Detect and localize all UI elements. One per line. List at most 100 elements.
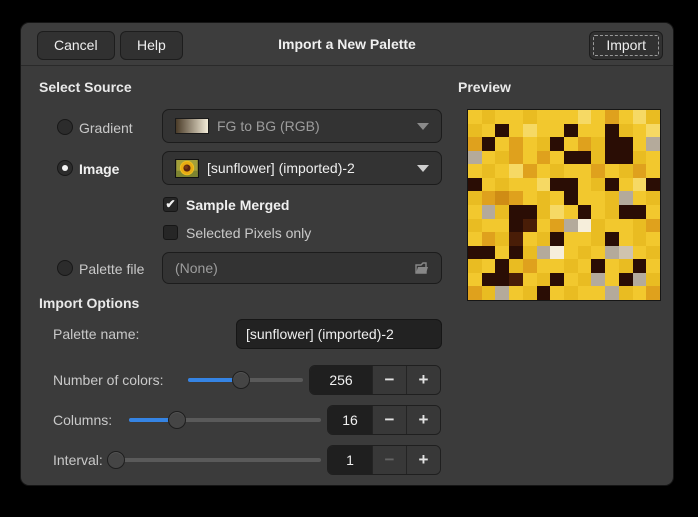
preview-cell (605, 232, 619, 246)
preview-cell (605, 273, 619, 287)
preview-cell (591, 232, 605, 246)
preview-cell (482, 178, 496, 192)
minus-button[interactable]: − (372, 406, 406, 434)
preview-cell (605, 191, 619, 205)
gradient-radio-label: Gradient (79, 120, 133, 136)
preview-cell (591, 178, 605, 192)
help-button[interactable]: Help (120, 31, 183, 60)
gradient-radio[interactable] (57, 119, 73, 135)
preview-cell (523, 246, 537, 260)
columns-value[interactable]: 16 (328, 406, 372, 434)
preview-cell (646, 205, 660, 219)
preview-cell (633, 286, 647, 300)
preview-cell (619, 151, 633, 165)
preview-cell (509, 246, 523, 260)
gradient-dropdown[interactable]: FG to BG (RGB) (162, 109, 442, 143)
preview-cell (495, 164, 509, 178)
palette-file-radio[interactable] (57, 260, 73, 276)
minus-button[interactable]: − (372, 366, 406, 394)
preview-cell (482, 246, 496, 260)
preview-cell (550, 178, 564, 192)
palette-name-input[interactable]: [sunflower] (imported)-2 (236, 319, 442, 349)
import-button[interactable]: Import (589, 31, 663, 60)
preview-cell (509, 286, 523, 300)
preview-cell (468, 151, 482, 165)
preview-cell (564, 232, 578, 246)
preview-cell (495, 191, 509, 205)
preview-cell (495, 151, 509, 165)
preview-cell (564, 110, 578, 124)
plus-button[interactable]: + (406, 446, 440, 474)
preview-cell (537, 137, 551, 151)
preview-cell (468, 286, 482, 300)
preview-cell (578, 151, 592, 165)
preview-cell (578, 137, 592, 151)
preview-cell (523, 124, 537, 138)
preview-cell (564, 137, 578, 151)
preview-cell (482, 151, 496, 165)
preview-cell (550, 137, 564, 151)
preview-image (467, 109, 661, 301)
preview-cell (523, 164, 537, 178)
preview-cell (646, 178, 660, 192)
preview-cell (482, 219, 496, 233)
preview-cell (578, 178, 592, 192)
preview-cell (468, 191, 482, 205)
minus-button[interactable]: − (372, 446, 406, 474)
selected-pixels-checkbox[interactable] (163, 225, 178, 240)
plus-button[interactable]: + (406, 406, 440, 434)
preview-cell (468, 178, 482, 192)
sunflower-thumbnail-icon (175, 159, 199, 178)
slider-thumb[interactable] (168, 411, 186, 429)
columns-slider[interactable] (129, 411, 321, 429)
preview-cell (564, 273, 578, 287)
preview-cell (564, 164, 578, 178)
palette-name-label: Palette name: (53, 326, 139, 342)
number-of-colors-value[interactable]: 256 (310, 366, 372, 394)
preview-cell (646, 273, 660, 287)
number-of-colors-slider[interactable] (188, 371, 303, 389)
preview-cell (564, 151, 578, 165)
plus-button[interactable]: + (406, 366, 440, 394)
slider-thumb[interactable] (232, 371, 250, 389)
preview-cell (646, 219, 660, 233)
preview-cell (537, 219, 551, 233)
dialog-title: Import a New Palette (21, 23, 673, 66)
interval-value[interactable]: 1 (328, 446, 372, 474)
import-palette-dialog: Import a New Palette Cancel Help Import … (20, 22, 674, 486)
columns-label: Columns: (53, 412, 112, 428)
preview-cell (495, 110, 509, 124)
sample-merged-checkbox[interactable]: ✔ (163, 197, 178, 212)
preview-cell (509, 205, 523, 219)
preview-cell (482, 110, 496, 124)
preview-cell (578, 259, 592, 273)
palette-file-chooser[interactable]: (None) (162, 252, 442, 284)
preview-cell (605, 164, 619, 178)
preview-cell (578, 232, 592, 246)
preview-cell (509, 232, 523, 246)
interval-slider[interactable] (116, 451, 321, 469)
preview-cell (495, 259, 509, 273)
preview-cell (646, 110, 660, 124)
preview-cell (633, 124, 647, 138)
image-radio[interactable] (57, 160, 73, 176)
preview-cell (495, 124, 509, 138)
preview-cell (482, 273, 496, 287)
preview-cell (591, 164, 605, 178)
preview-cell (564, 259, 578, 273)
preview-cell (605, 219, 619, 233)
preview-heading: Preview (458, 79, 511, 95)
slider-thumb[interactable] (107, 451, 125, 469)
preview-cell (537, 259, 551, 273)
preview-cell (605, 124, 619, 138)
preview-cell (605, 110, 619, 124)
preview-cell (633, 178, 647, 192)
preview-cell (619, 273, 633, 287)
preview-cell (646, 137, 660, 151)
preview-cell (646, 232, 660, 246)
dialog-titlebar: Import a New Palette Cancel Help Import (21, 23, 673, 66)
preview-cell (619, 110, 633, 124)
cancel-button[interactable]: Cancel (37, 31, 115, 60)
image-dropdown[interactable]: [sunflower] (imported)-2 (162, 151, 442, 185)
preview-cell (550, 110, 564, 124)
